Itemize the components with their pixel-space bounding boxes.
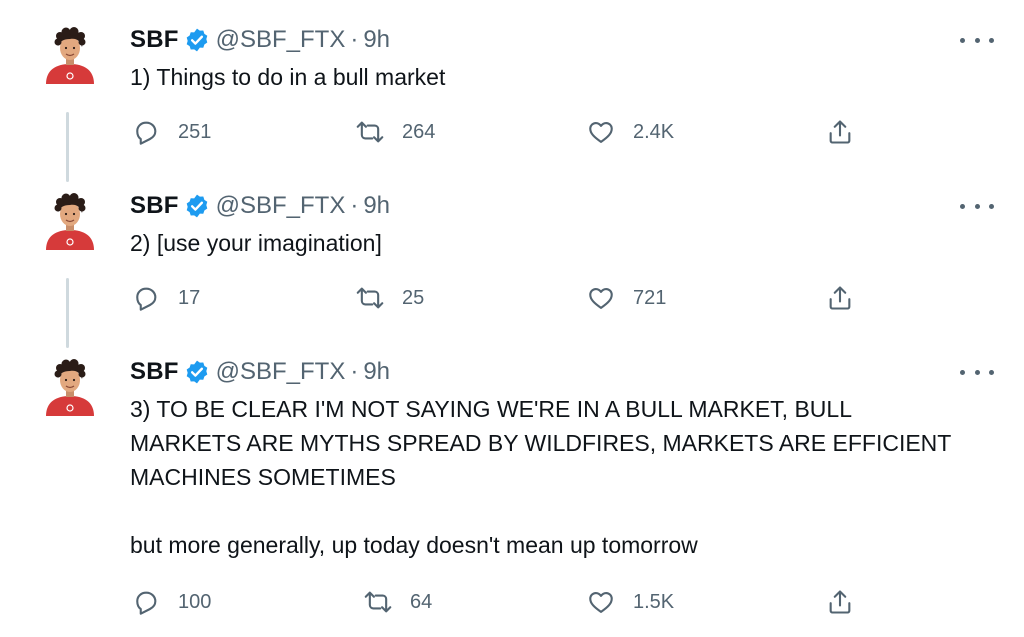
reply-icon — [132, 118, 160, 146]
verified-badge-icon — [184, 359, 210, 385]
tweet-actions: 251 264 2.4K — [0, 112, 1024, 152]
reply-button[interactable]: 251 — [132, 112, 211, 152]
timestamp[interactable]: 9h — [363, 26, 390, 54]
share-icon — [826, 588, 854, 616]
tweet-actions: 100 64 1.5K — [0, 582, 1024, 622]
like-count: 1.5K — [633, 590, 675, 613]
retweet-count: 264 — [402, 120, 436, 143]
tweet-text: 2) [use your imagination] — [130, 230, 382, 256]
separator-dot: · — [350, 358, 359, 385]
reply-button[interactable]: 100 — [132, 582, 211, 622]
reply-button[interactable]: 17 — [132, 278, 200, 318]
like-count: 2.4K — [633, 120, 675, 143]
verified-badge-icon — [184, 193, 210, 219]
reply-count: 17 — [178, 286, 201, 309]
separator-dot: · — [350, 192, 359, 219]
like-button[interactable]: 2.4K — [587, 112, 674, 152]
more-options-icon[interactable] — [960, 32, 994, 48]
tweet-actions: 17 25 721 — [0, 278, 1024, 318]
more-options-icon[interactable] — [960, 364, 994, 380]
tweet-header: SBF @SBF_FTX · 9h — [130, 356, 390, 388]
timestamp[interactable]: 9h — [363, 358, 390, 386]
retweet-button[interactable]: 264 — [356, 112, 435, 152]
retweet-count: 25 — [402, 286, 425, 309]
retweet-button[interactable]: 25 — [356, 278, 424, 318]
reply-count: 100 — [178, 590, 212, 613]
like-button[interactable]: 721 — [587, 278, 666, 318]
retweet-button[interactable]: 64 — [364, 582, 432, 622]
reply-count: 251 — [178, 120, 212, 143]
share-button[interactable] — [826, 582, 872, 622]
author-name[interactable]: SBF — [130, 26, 179, 54]
author-handle[interactable]: @SBF_FTX — [216, 358, 346, 386]
author-handle[interactable]: @SBF_FTX — [216, 192, 346, 220]
tweet-header: SBF @SBF_FTX · 9h — [130, 24, 390, 56]
share-icon — [826, 118, 854, 146]
like-button[interactable]: 1.5K — [587, 582, 674, 622]
more-options-icon[interactable] — [960, 198, 994, 214]
author-handle[interactable]: @SBF_FTX — [216, 26, 346, 54]
tweet-text: 1) Things to do in a bull market — [130, 64, 446, 90]
share-button[interactable] — [826, 278, 872, 318]
like-icon — [587, 118, 615, 146]
reply-icon — [132, 284, 160, 312]
like-icon — [587, 588, 615, 616]
author-name[interactable]: SBF — [130, 192, 179, 220]
timestamp[interactable]: 9h — [363, 192, 390, 220]
separator-dot: · — [350, 26, 359, 53]
like-icon — [587, 284, 615, 312]
like-count: 721 — [633, 286, 667, 309]
reply-icon — [132, 588, 160, 616]
author-name[interactable]: SBF — [130, 358, 179, 386]
avatar[interactable] — [40, 24, 100, 84]
retweet-icon — [364, 588, 392, 616]
retweet-icon — [356, 118, 384, 146]
share-button[interactable] — [826, 112, 872, 152]
verified-badge-icon — [184, 27, 210, 53]
share-icon — [826, 284, 854, 312]
avatar[interactable] — [40, 190, 100, 250]
tweet-header: SBF @SBF_FTX · 9h — [130, 190, 390, 222]
retweet-icon — [356, 284, 384, 312]
retweet-count: 64 — [410, 590, 433, 613]
tweet-text: 3) TO BE CLEAR I'M NOT SAYING WE'RE IN A… — [130, 396, 952, 558]
avatar[interactable] — [40, 356, 100, 416]
